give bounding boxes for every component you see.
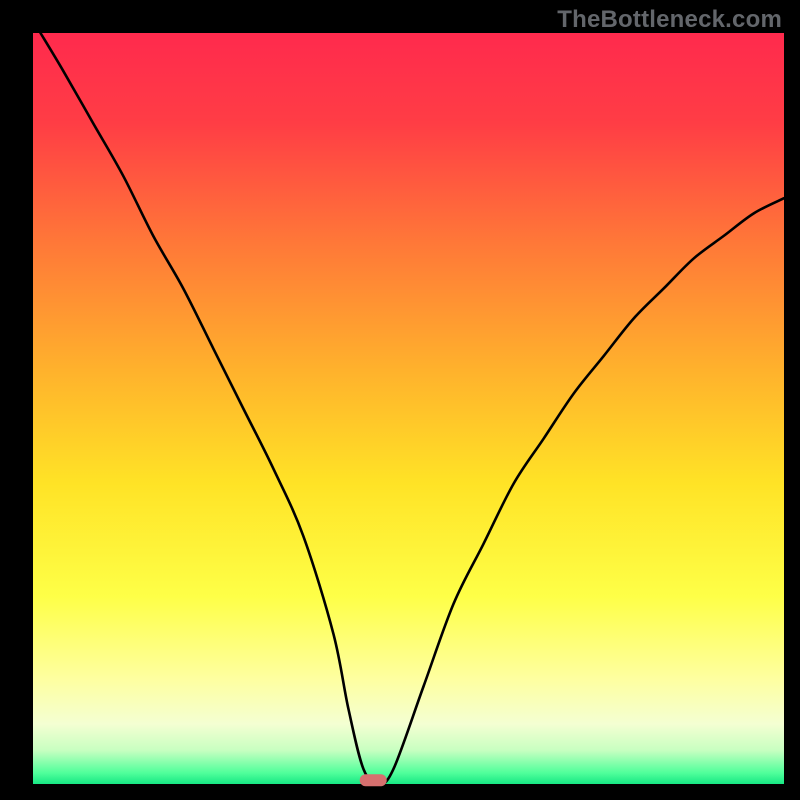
bottleneck-chart	[0, 0, 800, 800]
optimal-marker	[360, 774, 387, 786]
watermark-text: TheBottleneck.com	[557, 6, 782, 34]
plot-background	[33, 33, 784, 784]
chart-frame: TheBottleneck.com	[0, 0, 800, 800]
